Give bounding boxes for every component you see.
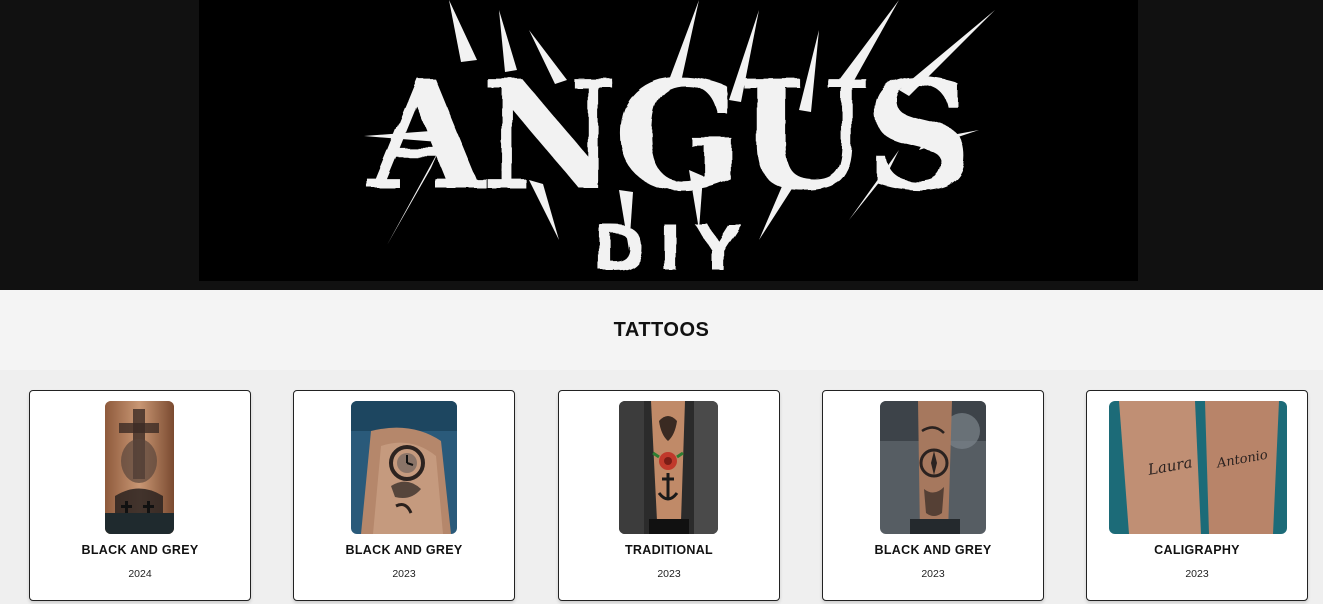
tattoo-card[interactable]: BLACK AND GREY 2023 (293, 390, 515, 601)
tattoo-style-label: TRADITIONAL (624, 543, 713, 557)
tattoo-year-label: 2023 (657, 568, 681, 580)
tattoo-clock-rose-photo[interactable] (351, 401, 457, 534)
tattoo-year-label: 2023 (392, 568, 416, 580)
tattoo-grid: BLACK AND GREY 2024 BLACK AND GREY 2023 (0, 370, 1323, 604)
angus-diy-logo: ANGUS DIY (364, 0, 995, 281)
tattoo-card[interactable]: Laura Antonio CALIGRAPHY 2023 (1086, 390, 1308, 601)
tattoo-traditional-anchor-photo[interactable] (619, 401, 718, 534)
tattoo-year-label: 2024 (128, 568, 152, 580)
tattoo-card[interactable]: TRADITIONAL 2023 (558, 390, 780, 601)
tattoo-style-label: BLACK AND GREY (345, 543, 463, 557)
tattoo-year-label: 2023 (921, 568, 945, 580)
tattoo-card[interactable]: BLACK AND GREY 2023 (822, 390, 1044, 601)
logo-sub: DIY (593, 212, 754, 281)
tattoo-year-label: 2023 (1185, 568, 1209, 580)
tattoo-card[interactable]: BLACK AND GREY 2024 (29, 390, 251, 601)
tattoo-style-label: BLACK AND GREY (874, 543, 992, 557)
tattoo-names-script-photo[interactable]: Laura Antonio (1109, 401, 1287, 534)
hero-header: ANGUS DIY (0, 0, 1323, 290)
tattoo-style-label: CALIGRAPHY (1154, 543, 1240, 557)
tattoo-style-label: BLACK AND GREY (81, 543, 199, 557)
section-header: TATTOOS (0, 290, 1323, 370)
angus-diy-logo-banner: ANGUS DIY (199, 0, 1138, 281)
logo-word: ANGUS (367, 48, 970, 224)
tattoo-compass-forearm-photo[interactable] (880, 401, 986, 534)
tattoo-cross-skull-photo[interactable] (105, 401, 174, 534)
section-title: TATTOOS (613, 318, 710, 341)
